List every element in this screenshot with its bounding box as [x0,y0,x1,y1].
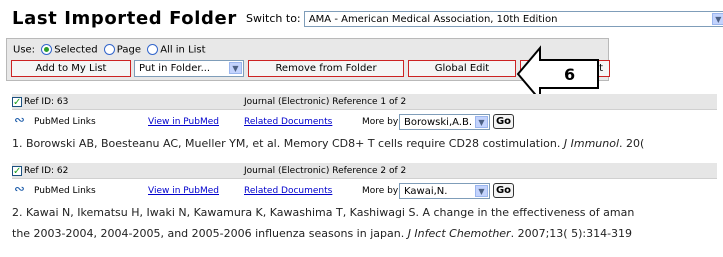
radio-all-in-list-label: All in List [160,44,206,56]
remove-from-folder-button[interactable]: Remove from Folder [248,60,404,77]
use-scope-row: Use: Selected Page All in List [13,44,206,56]
view-in-pubmed-link[interactable]: View in PubMed [148,186,219,196]
pubmed-links-label: PubMed Links [34,117,96,127]
citation-style-select[interactable]: AMA - American Medical Association, 10th… [303,10,723,27]
callout-number: 6 [564,65,575,84]
record-links-row: ∾ PubMed Links View in PubMed Related Do… [12,181,717,201]
ref-id: Ref ID: 62 [24,166,69,176]
pubmed-links-icon: ∾ [14,113,25,128]
citation-line: 2. Kawai N, Ikematsu H, Iwaki N, Kawamur… [12,206,635,219]
citation-text: 2. Kawai N, Ikematsu H, Iwaki N, Kawamur… [12,206,634,219]
radio-selected-label: Selected [54,44,98,56]
ref-type: Journal (Electronic) Reference 1 of 2 [244,97,407,107]
ref-id-group: Ref ID: 62 [12,163,69,180]
go-button[interactable]: Go [493,114,514,129]
switch-to-label: Switch to: [246,12,301,25]
ref-id: Ref ID: 63 [24,97,69,107]
citation-line: 1. Borowski AB, Boesteanu AC, Mueller YM… [12,137,564,150]
page-title: Last Imported Folder [12,8,237,29]
record-checkbox[interactable] [12,164,22,180]
citation-text: 1. Borowski AB, Boesteanu AC, Mueller YM… [12,137,644,150]
radio-selected[interactable] [41,44,53,55]
chevron-down-icon: ▼ [475,185,488,197]
citation-text: the 2003-2004, 2004-2005, and 2005-2006 … [12,227,632,240]
page-header: Last Imported Folder Switch to: AMA - Am… [12,8,723,29]
put-in-folder-select[interactable]: Put in Folder... ▼ [134,60,244,77]
pubmed-links-label: PubMed Links [34,186,96,196]
pubmed-links-icon: ∾ [14,182,25,197]
global-edit-button[interactable]: Global Edit [408,60,516,77]
record-header: Ref ID: 63 Journal (Electronic) Referenc… [12,94,717,111]
callout-arrow-shape [516,45,599,103]
author-select-value: Kawai,N. [404,186,448,197]
record-header: Ref ID: 62 Journal (Electronic) Referenc… [12,163,717,180]
view-in-pubmed-link[interactable]: View in PubMed [148,117,219,127]
author-select[interactable]: Kawai,N. ▼ [399,183,490,199]
radio-page[interactable] [103,44,115,55]
radio-page-label: Page [116,44,142,56]
citation-style-value: AMA - American Medical Association, 10th… [308,13,558,25]
chevron-down-icon: ▼ [711,12,723,25]
related-documents-link[interactable]: Related Documents [244,186,332,196]
citation-line: the 2003-2004, 2004-2005, and 2005-2006 … [12,227,408,240]
citation-tail: . 2007;13( 5):314-319 [510,227,633,240]
more-by-label: More by [362,117,399,127]
ref-id-group: Ref ID: 63 [12,94,69,111]
more-by-label: More by [362,186,399,196]
chevron-down-icon: ▼ [475,116,488,128]
record-checkbox[interactable] [12,95,22,111]
put-in-folder-value: Put in Folder... [139,63,211,74]
use-label: Use: [13,44,36,56]
citation-journal: J Infect Chemother [407,227,511,240]
go-button[interactable]: Go [493,183,514,198]
radio-all-in-list[interactable] [147,44,159,55]
citation-journal: J Immunol [563,137,620,150]
citation-tail: . 20( [619,137,645,150]
record-links-row: ∾ PubMed Links View in PubMed Related Do… [12,112,717,132]
author-select[interactable]: Borowski,A.B. ▼ [399,114,490,130]
ref-type: Journal (Electronic) Reference 2 of 2 [244,166,407,176]
author-select-value: Borowski,A.B. [404,117,473,128]
related-documents-link[interactable]: Related Documents [244,117,332,127]
add-to-my-list-button[interactable]: Add to My List [11,60,131,77]
chevron-down-icon: ▼ [229,62,242,74]
